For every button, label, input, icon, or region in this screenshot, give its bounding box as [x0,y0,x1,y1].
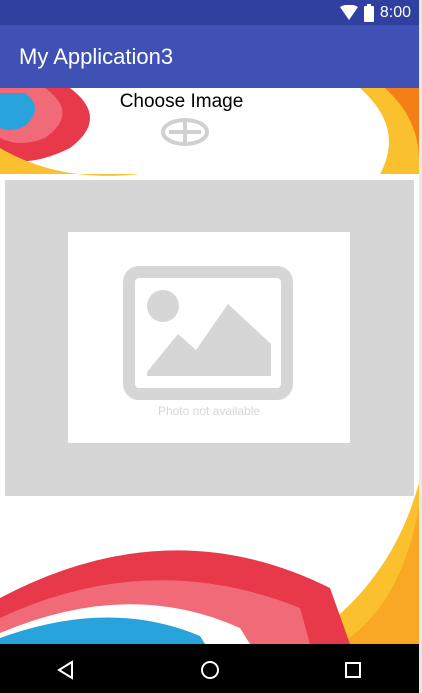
app-title: My Application3 [19,44,174,69]
back-icon [57,660,73,680]
recents-icon [345,662,361,678]
recents-button[interactable] [339,656,367,684]
photo-placeholder: Photo not available [68,232,350,443]
battery-icon [363,4,374,22]
photo-not-available-text: Photo not available [157,404,261,418]
back-button[interactable] [52,656,80,684]
choose-image-label: Choose Image [119,91,244,112]
app-bar: My Application3 [0,25,419,88]
home-button[interactable] [196,656,224,684]
image-preview[interactable]: Photo not available [5,180,414,496]
add-image-button[interactable] [161,118,209,146]
wifi-icon [339,5,358,20]
status-bar: 8:00 [0,0,419,25]
add-circle-icon [161,118,209,146]
navigation-bar [0,644,419,693]
status-time: 8:00 [379,4,411,21]
content-area: Choose Image Photo not available [0,88,419,644]
home-icon [201,661,219,679]
